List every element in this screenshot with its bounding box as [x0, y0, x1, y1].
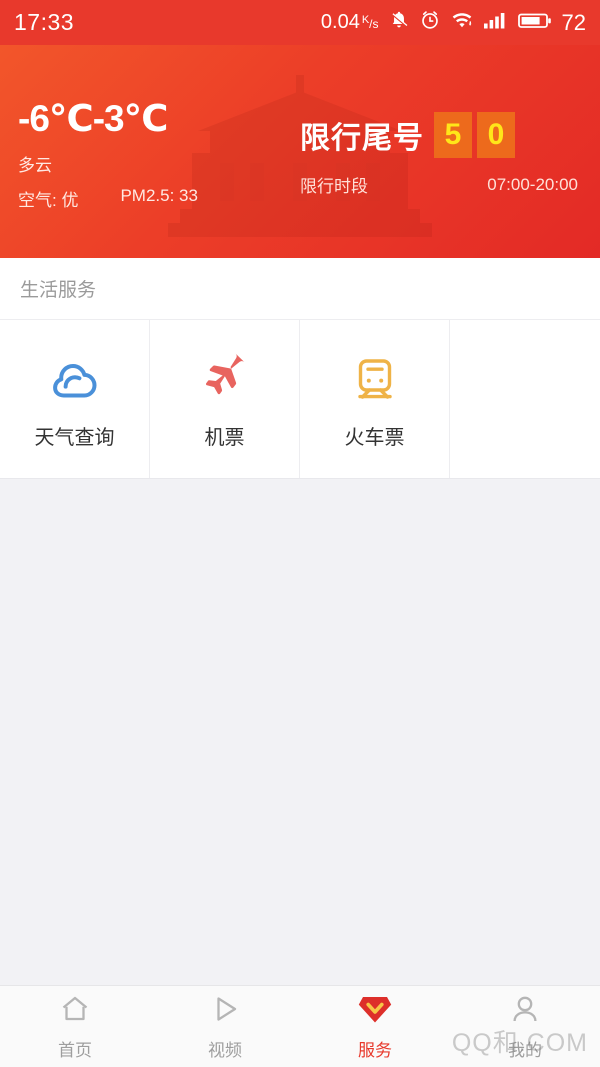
network-speed-value: 0.04: [320, 11, 360, 33]
restriction-period-label: 限行时段: [300, 177, 368, 196]
restriction-title: 限行尾号: [300, 122, 424, 155]
train-icon: [348, 349, 402, 407]
service-grid: 天气查询 机票 火车票: [0, 320, 600, 479]
person-icon: [509, 993, 541, 1030]
nav-item-mine[interactable]: 我的: [450, 986, 600, 1067]
signal-bars-icon: [483, 9, 509, 36]
nav-label-home: 首页: [58, 1040, 92, 1060]
play-triangle-icon: [209, 993, 241, 1030]
nav-label-services: 服务: [358, 1040, 392, 1060]
network-speed-unit: K/s: [361, 14, 379, 31]
bell-muted-icon: [388, 9, 410, 36]
weather-condition: 多云: [18, 156, 52, 176]
weather-summary[interactable]: -6℃-3℃ 多云 空气: 优 PM2.5: 33: [18, 92, 300, 212]
bottom-navigation-bar: 首页 视频 服务 我的: [0, 985, 600, 1067]
nav-label-mine: 我的: [508, 1040, 542, 1060]
restriction-period-row: 限行时段 07:00-20:00: [300, 172, 582, 197]
cloud-icon: [48, 349, 102, 407]
content-empty-area: [0, 479, 600, 987]
section-header-life-services: 生活服务: [0, 258, 600, 320]
restriction-number-1: 5: [434, 112, 472, 158]
diamond-icon: [358, 993, 392, 1030]
restriction-number-2: 0: [477, 112, 515, 158]
air-quality-row: 空气: 优 PM2.5: 33: [18, 186, 300, 211]
service-item-flight[interactable]: 机票: [150, 320, 300, 478]
pm25-label: PM2.5: 33: [120, 186, 198, 206]
restriction-period-value: 07:00-20:00: [487, 174, 578, 194]
status-bar-clock: 17:33: [14, 9, 75, 35]
service-item-train[interactable]: 火车票: [300, 320, 450, 478]
alarm-clock-icon: [419, 9, 441, 36]
battery-icon: [517, 9, 552, 36]
air-quality-label: 空气: 优: [18, 191, 79, 211]
nav-item-services[interactable]: 服务: [300, 986, 450, 1067]
service-label-weather: 天气查询: [34, 426, 115, 449]
service-item-empty-slot: [450, 320, 600, 478]
weather-header[interactable]: -6℃-3℃ 多云 空气: 优 PM2.5: 33 限行尾号 5 0 限行时段 …: [0, 45, 600, 258]
wifi-icon: [450, 9, 474, 36]
traffic-restriction-panel[interactable]: 限行尾号 5 0 限行时段 07:00-20:00: [300, 106, 582, 197]
restriction-number-boxes: 5 0: [434, 112, 515, 158]
home-icon: [59, 993, 91, 1030]
nav-item-home[interactable]: 首页: [0, 986, 150, 1067]
service-item-weather[interactable]: 天气查询: [0, 320, 150, 478]
service-label-flight: 机票: [204, 426, 245, 449]
battery-level-label: 72: [561, 9, 586, 35]
restriction-title-row: 限行尾号 5 0: [300, 112, 582, 158]
nav-item-video[interactable]: 视频: [150, 986, 300, 1067]
network-speed-indicator: 0.04 K/s: [321, 11, 379, 34]
status-bar: 17:33 0.04 K/s 72: [0, 0, 600, 45]
nav-label-video: 视频: [208, 1040, 242, 1060]
airplane-icon: [198, 349, 252, 407]
temperature-range: -6℃-3℃: [18, 97, 168, 139]
status-bar-icons: 0.04 K/s 72: [321, 9, 586, 36]
service-label-train: 火车票: [344, 426, 405, 449]
